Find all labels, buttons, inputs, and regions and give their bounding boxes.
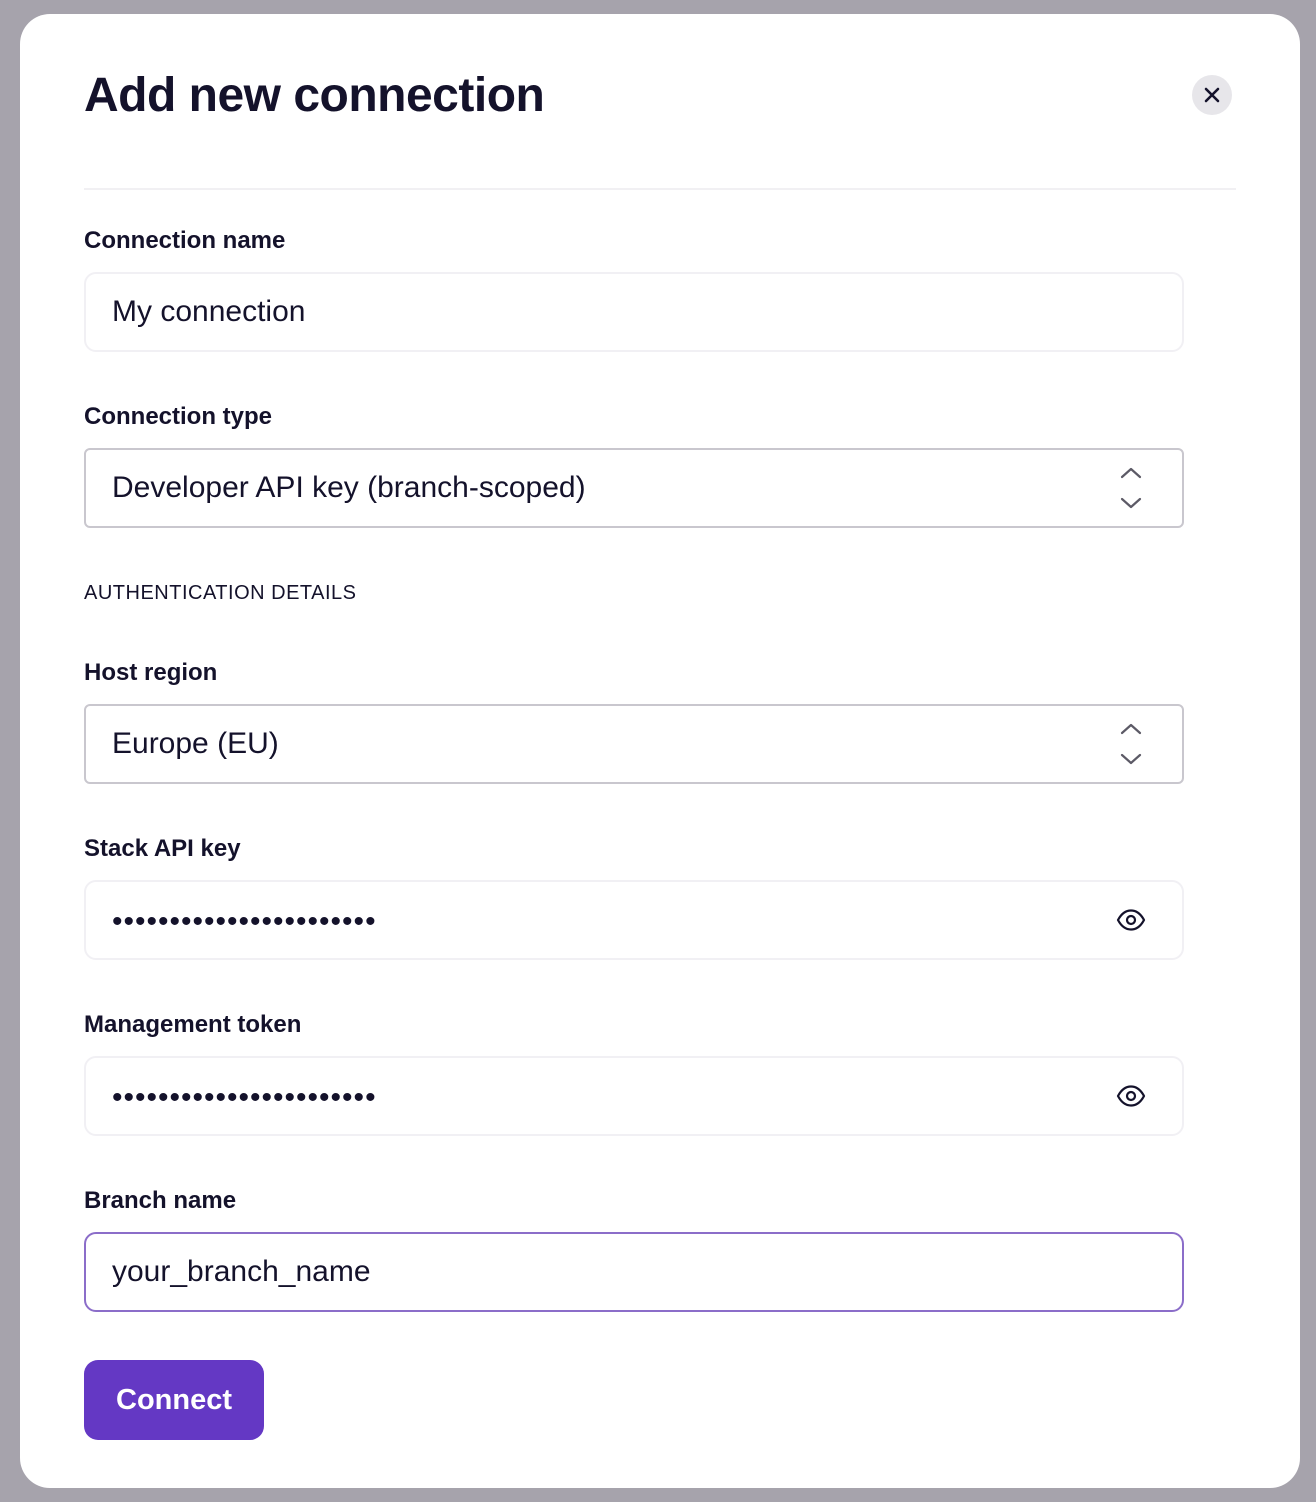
- stack-api-key-value: •••••••••••••••••••••••: [112, 905, 377, 938]
- connect-button[interactable]: Connect: [84, 1360, 264, 1440]
- host-region-value: Europe (EU): [112, 727, 279, 760]
- host-region-select[interactable]: Europe (EU): [84, 704, 1184, 784]
- management-token-input[interactable]: •••••••••••••••••••••••: [84, 1056, 1184, 1136]
- connection-type-value: Developer API key (branch-scoped): [112, 471, 586, 504]
- branch-name-input[interactable]: your_branch_name: [84, 1232, 1184, 1312]
- connection-name-value: My connection: [112, 295, 306, 328]
- stack-api-key-input[interactable]: •••••••••••••••••••••••: [84, 880, 1184, 960]
- chevron-up-down-icon: [1116, 464, 1146, 512]
- management-token-value: •••••••••••••••••••••••: [112, 1081, 377, 1114]
- close-icon: [1204, 87, 1220, 103]
- eye-icon[interactable]: [1114, 903, 1148, 937]
- connection-type-label: Connection type: [84, 403, 273, 430]
- connection-name-label: Connection name: [84, 227, 286, 254]
- management-token-label: Management token: [84, 1011, 302, 1038]
- dialog-title: Add new connection: [84, 69, 545, 122]
- chevron-up-down-icon: [1116, 720, 1146, 768]
- close-button[interactable]: [1192, 75, 1232, 115]
- branch-name-label: Branch name: [84, 1187, 237, 1214]
- add-connection-dialog: Add new connection Connection name My co…: [20, 14, 1300, 1488]
- authentication-details-heading: AUTHENTICATION DETAILS: [84, 582, 357, 604]
- header-divider: [84, 188, 1236, 190]
- eye-icon[interactable]: [1114, 1079, 1148, 1113]
- connection-type-select[interactable]: Developer API key (branch-scoped): [84, 448, 1184, 528]
- branch-name-value: your_branch_name: [112, 1255, 371, 1288]
- stack-api-key-label: Stack API key: [84, 835, 241, 862]
- host-region-label: Host region: [84, 659, 218, 686]
- connection-name-input[interactable]: My connection: [84, 272, 1184, 352]
